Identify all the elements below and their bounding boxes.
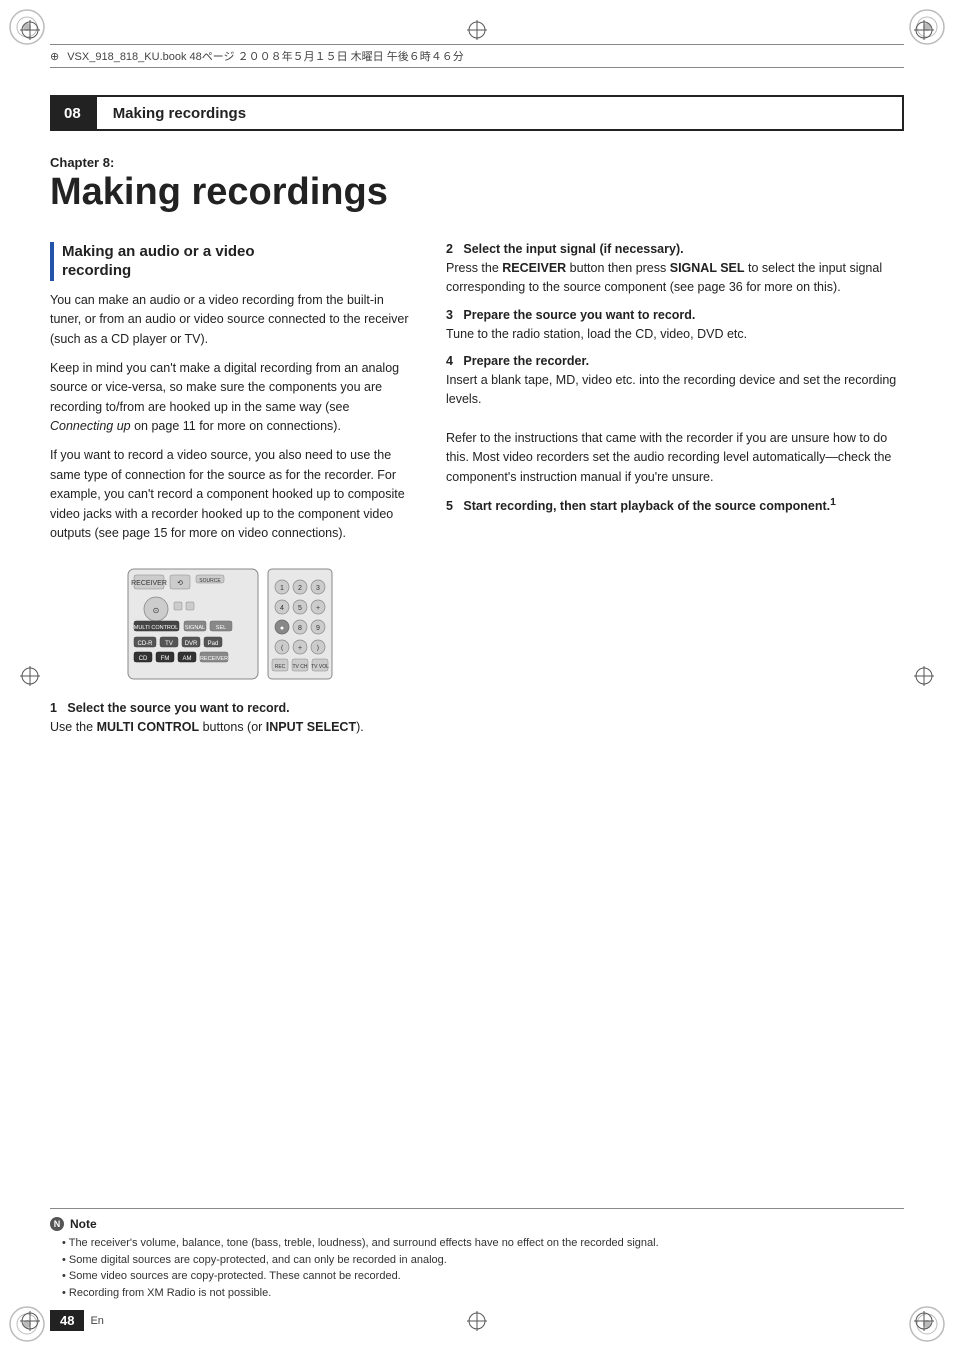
reg-mark-bc — [465, 1309, 489, 1333]
remote-image-area: RECEIVER ⟲ SOURCE ⊙ MULTI CONTROL — [50, 559, 410, 689]
big-chapter-label: Chapter 8: — [50, 155, 904, 170]
note-bullet-1: The receiver's volume, balance, tone (ba… — [62, 1235, 904, 1252]
svg-text:⟲: ⟲ — [177, 580, 183, 587]
main-content: Chapter 8: Making recordings Making an a… — [50, 155, 904, 1251]
file-info-bar: ⊕ VSX_918_818_KU.book 48ページ ２００８年５月１５日 木… — [50, 44, 904, 68]
svg-text:TV CH: TV CH — [293, 664, 308, 670]
note-section: N Note The receiver's volume, balance, t… — [50, 1208, 904, 1301]
reg-mark-tr — [912, 18, 936, 42]
chapter-number: 08 — [50, 95, 95, 131]
chapter-title-text: Making recordings — [113, 105, 246, 122]
big-chapter-title: Making recordings — [50, 172, 904, 214]
left-column: Making an audio or a videorecording You … — [50, 242, 410, 748]
svg-text:CD-R: CD-R — [138, 641, 154, 647]
svg-text:4: 4 — [280, 605, 284, 612]
note-label: Note — [70, 1217, 97, 1231]
step-4: 4 Prepare the recorder. Insert a blank t… — [446, 354, 904, 487]
step-4-body: Insert a blank tape, MD, video etc. into… — [446, 371, 904, 487]
svg-text:5: 5 — [298, 605, 302, 612]
step-1: 1 Select the source you want to record. … — [50, 701, 410, 737]
step-5: 5 Start recording, then start playback o… — [446, 497, 904, 513]
svg-text:+: + — [298, 645, 302, 652]
svg-text:SOURCE: SOURCE — [199, 578, 221, 584]
two-column-layout: Making an audio or a videorecording You … — [50, 242, 904, 748]
page-number-area: 48 En — [50, 1310, 104, 1331]
step-1-title: 1 Select the source you want to record. — [50, 701, 410, 715]
note-bullet-3: Some video sources are copy-protected. T… — [62, 1268, 904, 1285]
step-4-title: 4 Prepare the recorder. — [446, 354, 904, 368]
svg-text:+: + — [316, 605, 320, 612]
svg-text:Pad: Pad — [208, 641, 219, 647]
page-lang: En — [90, 1315, 103, 1327]
svg-text:SIGNAL: SIGNAL — [185, 625, 205, 631]
reg-mark-br — [912, 1309, 936, 1333]
chapter-title-bar: Making recordings — [95, 95, 904, 131]
reg-mark-tl — [18, 18, 42, 42]
svg-text:⟩: ⟩ — [317, 644, 320, 652]
svg-text:REC: REC — [275, 664, 286, 670]
remote-control-svg: RECEIVER ⟲ SOURCE ⊙ MULTI CONTROL — [120, 559, 340, 689]
crosshair-file: ⊕ — [50, 50, 59, 63]
svg-text:8: 8 — [298, 625, 302, 632]
note-header: N Note — [50, 1217, 904, 1231]
svg-text:●: ● — [280, 625, 284, 632]
reg-mark-tc — [465, 18, 489, 42]
step-3-title: 3 Prepare the source you want to record. — [446, 308, 904, 322]
step-1-body: Use the MULTI CONTROL buttons (or INPUT … — [50, 718, 410, 737]
left-para-1: You can make an audio or a video recordi… — [50, 291, 410, 349]
left-para-2: Keep in mind you can't make a digital re… — [50, 359, 410, 437]
chapter-bar: 08 Making recordings — [50, 95, 904, 131]
note-bullets-list: The receiver's volume, balance, tone (ba… — [50, 1235, 904, 1301]
svg-text:2: 2 — [298, 585, 302, 592]
svg-text:9: 9 — [316, 625, 320, 632]
note-bullet-4: Recording from XM Radio is not possible. — [62, 1285, 904, 1302]
step-2-title: 2 Select the input signal (if necessary)… — [446, 242, 904, 256]
svg-text:RECEIVER: RECEIVER — [131, 580, 167, 587]
left-para-3: If you want to record a video source, yo… — [50, 446, 410, 543]
svg-text:⊙: ⊙ — [153, 606, 160, 615]
svg-text:1: 1 — [280, 585, 284, 592]
step-5-title: 5 Start recording, then start playback o… — [446, 497, 904, 513]
svg-text:FM: FM — [161, 656, 170, 662]
file-info-text: VSX_918_818_KU.book 48ページ ２００８年５月１５日 木曜日… — [67, 48, 464, 64]
svg-text:MULTI CONTROL: MULTI CONTROL — [134, 625, 179, 631]
right-column: 2 Select the input signal (if necessary)… — [446, 242, 904, 748]
reg-mark-ml — [18, 664, 42, 688]
note-icon: N — [50, 1217, 64, 1231]
svg-text:⟨: ⟨ — [281, 644, 284, 652]
reg-mark-bl — [18, 1309, 42, 1333]
page: ⊕ VSX_918_818_KU.book 48ページ ２００８年５月１５日 木… — [0, 0, 954, 1351]
svg-text:AM: AM — [183, 656, 192, 662]
step-2-body: Press the RECEIVER button then press SIG… — [446, 259, 904, 298]
page-number: 48 — [50, 1310, 84, 1331]
section-heading-left: Making an audio or a videorecording — [50, 242, 410, 281]
svg-text:SEL: SEL — [216, 625, 226, 631]
note-bullet-2: Some digital sources are copy-protected,… — [62, 1252, 904, 1269]
svg-text:3: 3 — [316, 585, 320, 592]
step-2: 2 Select the input signal (if necessary)… — [446, 242, 904, 298]
step-3: 3 Prepare the source you want to record.… — [446, 308, 904, 344]
svg-text:TV VOL: TV VOL — [311, 664, 329, 670]
step-3-body: Tune to the radio station, load the CD, … — [446, 325, 904, 344]
svg-text:CD: CD — [139, 656, 148, 662]
svg-text:RECEIVER: RECEIVER — [200, 656, 228, 662]
reg-mark-mr — [912, 664, 936, 688]
svg-text:DVR: DVR — [185, 641, 198, 647]
svg-text:TV: TV — [165, 641, 173, 647]
